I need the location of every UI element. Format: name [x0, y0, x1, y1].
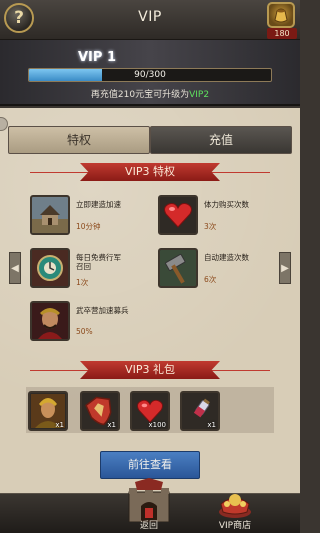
treasure-shop-icon — [219, 494, 251, 518]
perk-value: 50% — [76, 327, 93, 336]
vip-level-label: VIP 1 — [78, 50, 116, 65]
vip-progress-text: 90/300 — [134, 70, 166, 80]
vip-shop-label: VIP商店 — [218, 521, 252, 531]
gift-list: x1 x1 x100 x1 — [26, 387, 274, 433]
gift-item-hero[interactable]: x1 — [28, 391, 68, 431]
perk-item: 体力购买次数 3次 — [158, 195, 276, 235]
perk-value: 6次 — [204, 275, 217, 284]
tab-privilege[interactable]: 特权 — [8, 126, 150, 154]
upgrade-hint-target: VIP2 — [189, 90, 210, 100]
perk-label: 武卒营加速募兵 — [76, 306, 129, 315]
perk-value: 10分钟 — [76, 222, 101, 231]
march-recall-icon — [30, 248, 70, 288]
perk-label: 体力购买次数 — [204, 200, 249, 209]
perk-item: 自动建造次数 6次 — [158, 248, 276, 288]
gift-item-potion[interactable]: x1 — [180, 391, 220, 431]
gift-qty: x1 — [55, 421, 64, 429]
gift-item-stamina[interactable]: x100 — [130, 391, 170, 431]
building-speedup-icon — [30, 195, 70, 235]
perk-item: 每日免费行军 召回 1次 — [30, 248, 148, 288]
perk-item: 武卒营加速募兵 50% — [30, 301, 148, 341]
back-button[interactable]: 返回 — [125, 478, 173, 533]
vip-level-panel: VIP 1 90/300 再充值210元宝可升级为VIP2 — [0, 40, 300, 106]
gift-item-shield[interactable]: x1 — [80, 391, 120, 431]
perk-value: 3次 — [204, 222, 217, 231]
perk-label: 自动建造次数 — [204, 253, 249, 262]
next-level-arrow[interactable]: ▶ — [279, 252, 291, 284]
perk-value: 1次 — [76, 278, 89, 287]
gift-qty: x1 — [207, 421, 216, 429]
upgrade-hint-text: 再充值210元宝可升级为 — [90, 90, 190, 100]
gift-banner: VIP3 礼包 — [80, 361, 220, 379]
gift-qty: x100 — [148, 421, 166, 429]
page-title: VIP — [138, 9, 162, 25]
general-portrait-icon — [30, 301, 70, 341]
privilege-banner: VIP3 特权 — [80, 163, 220, 181]
prev-level-arrow[interactable]: ◀ — [9, 252, 21, 284]
top-header: ? VIP 180 — [0, 0, 300, 40]
gold-currency-button[interactable]: 180 — [265, 2, 297, 39]
perk-label: 立即建造加速 — [76, 200, 121, 209]
tab-recharge[interactable]: 充值 — [150, 126, 292, 154]
goto-view-button[interactable]: 前往查看 — [100, 451, 200, 479]
hammer-icon — [158, 248, 198, 288]
chevron-right-icon: ▶ — [281, 262, 289, 274]
vip-shop-button[interactable]: VIP商店 — [205, 486, 265, 533]
gold-pouch-icon — [267, 2, 295, 28]
upgrade-hint: 再充值210元宝可升级为VIP2 — [0, 87, 300, 100]
back-label: 返回 — [139, 521, 158, 531]
gold-count-badge: 180 — [267, 28, 297, 39]
perk-item: 立即建造加速 10分钟 — [30, 195, 148, 235]
vip-progress-bar: 90/300 — [28, 68, 272, 82]
castle-gate-icon — [128, 478, 170, 523]
perk-label: 每日免费行军 召回 — [76, 253, 121, 271]
gift-qty: x1 — [107, 421, 116, 429]
chevron-left-icon: ◀ — [11, 262, 19, 274]
heart-icon — [158, 195, 198, 235]
